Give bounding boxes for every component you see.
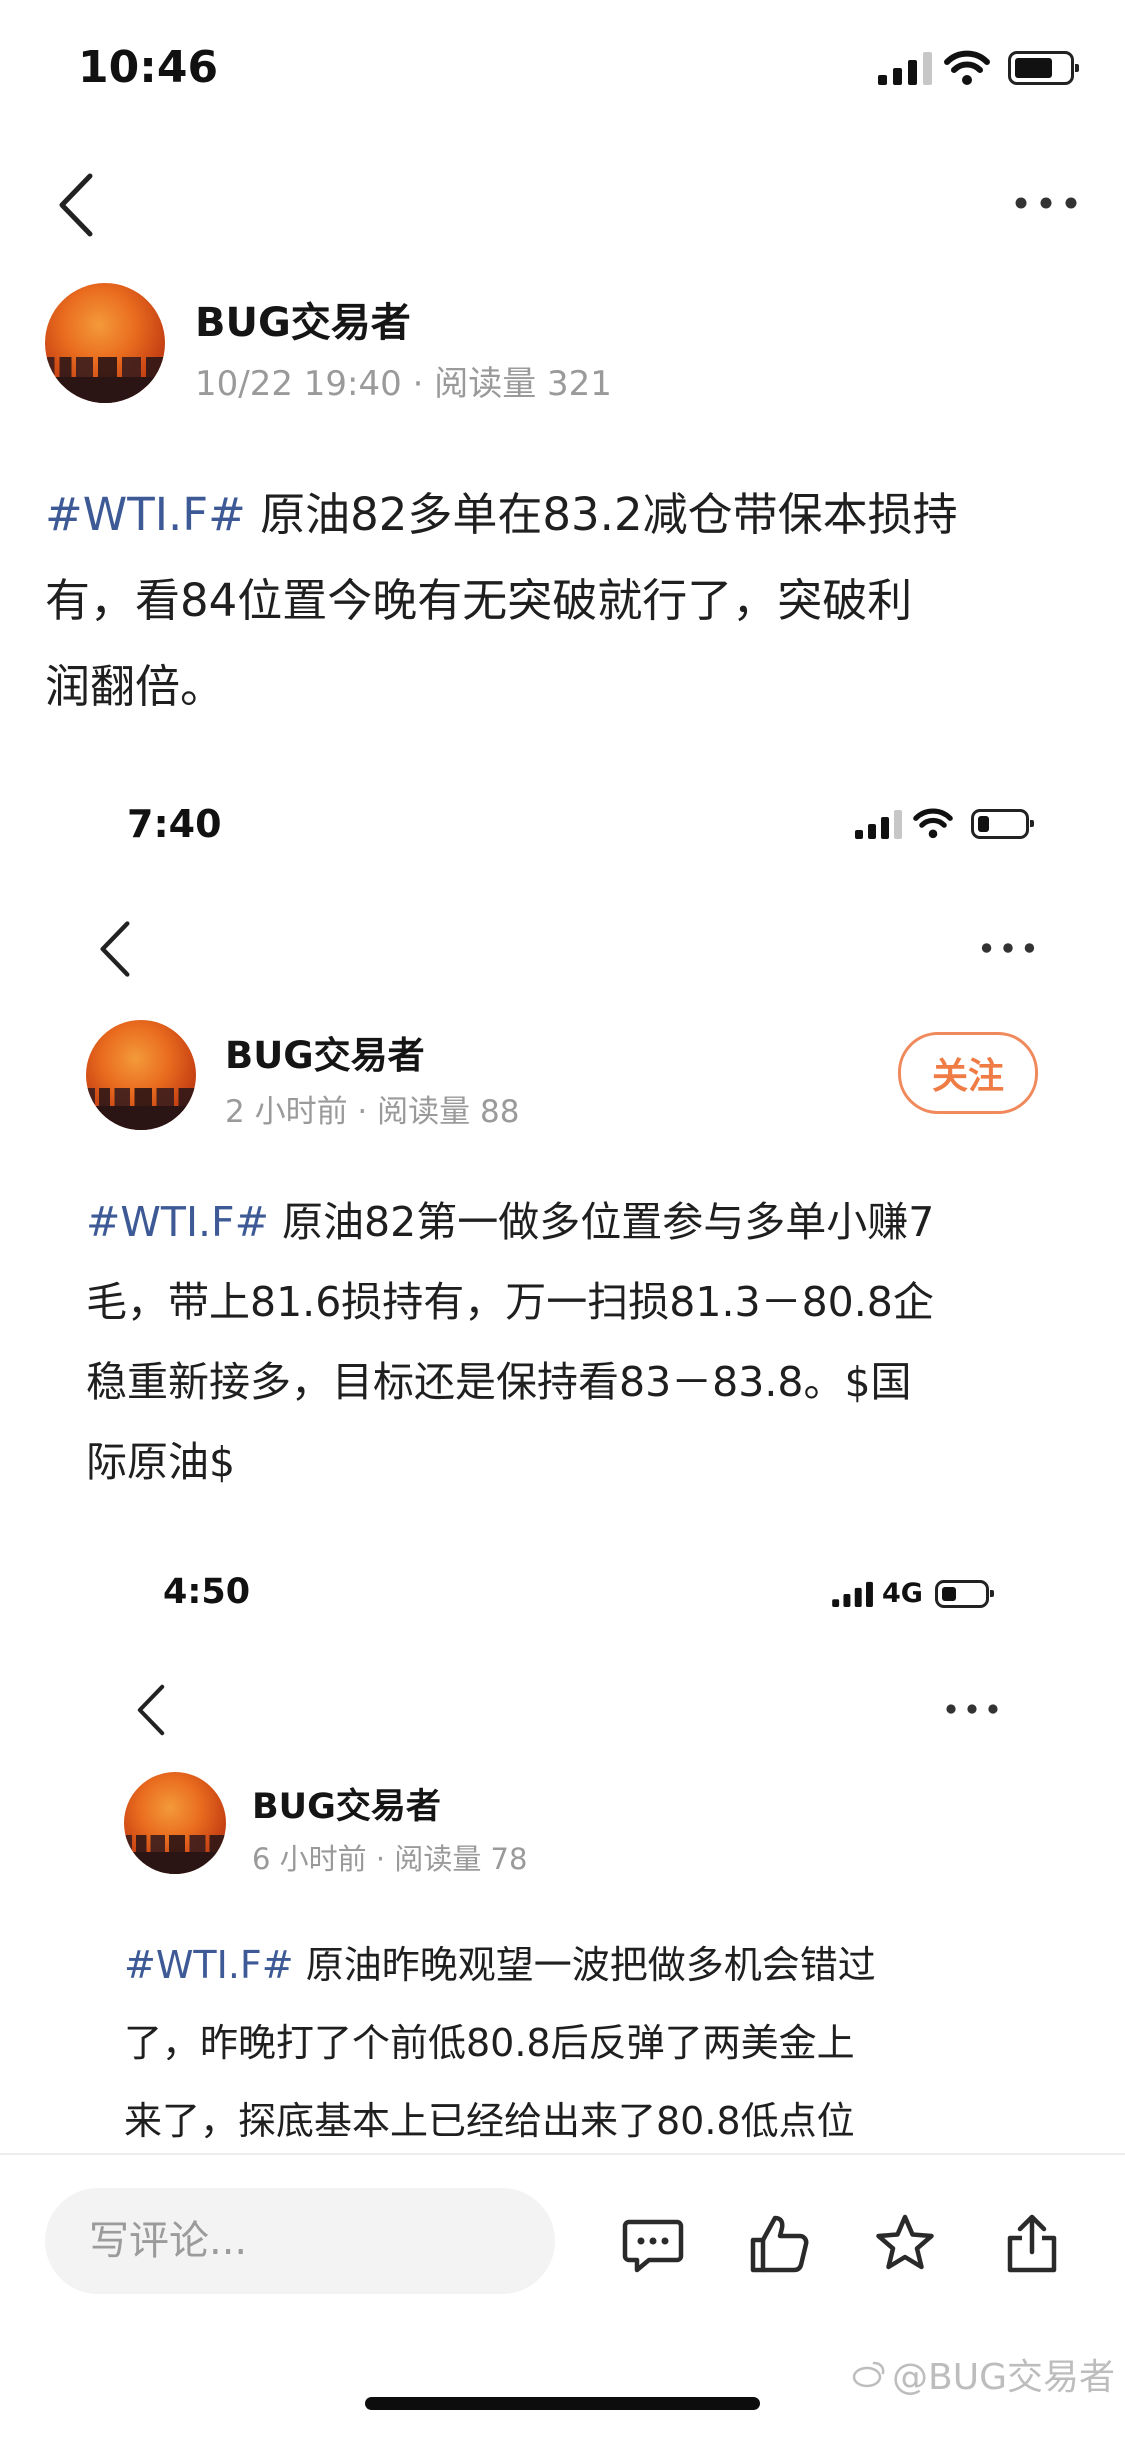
chevron-left-icon xyxy=(59,173,93,237)
more-icon xyxy=(1015,197,1077,209)
watermark: @BUG交易者 xyxy=(852,2348,1115,2400)
wifi-icon xyxy=(913,808,953,839)
comment-icon xyxy=(622,2219,684,2273)
follow-button[interactable]: 关注 xyxy=(898,1032,1038,1114)
post-body: #WTI.F# 原油82多单在83.2减仓带保本损持 有，看84位置今晚有无突破… xyxy=(45,488,958,713)
hashtag-link[interactable]: #WTI.F# xyxy=(124,1943,294,1987)
favorite-button[interactable] xyxy=(873,2212,937,2276)
status-icons xyxy=(855,808,1034,839)
post-body: #WTI.F# 原油昨晚观望一波把做多机会错过 了，昨晚打了个前低80.8后反弹… xyxy=(124,1943,876,2143)
battery-icon xyxy=(934,1579,994,1608)
share-button[interactable] xyxy=(1000,2212,1064,2276)
post-meta: 10/22 19:40 · 阅读量 321 xyxy=(195,364,612,404)
comment-input[interactable] xyxy=(45,2188,555,2294)
share-icon xyxy=(1007,2214,1057,2273)
status-icons xyxy=(878,50,1079,86)
back-button[interactable] xyxy=(56,172,96,238)
wifi-icon xyxy=(944,50,990,85)
avatar[interactable] xyxy=(124,1772,226,1874)
home-indicator[interactable] xyxy=(365,2397,760,2410)
signal-icon xyxy=(855,809,902,839)
like-icon xyxy=(750,2215,809,2273)
like-button[interactable] xyxy=(747,2212,811,2276)
author-name[interactable]: BUG交易者 xyxy=(252,1778,441,1829)
comment-button[interactable] xyxy=(621,2212,685,2276)
star-icon xyxy=(876,2214,934,2270)
author-name[interactable]: BUG交易者 xyxy=(225,1025,425,1079)
more-icon xyxy=(981,943,1035,953)
more-button[interactable] xyxy=(1015,196,1077,210)
avatar[interactable] xyxy=(86,1020,196,1130)
more-button[interactable] xyxy=(980,942,1036,954)
post-meta: 2 小时前 · 阅读量 88 xyxy=(225,1094,520,1130)
network-label: 4G xyxy=(882,1578,923,1609)
more-button[interactable] xyxy=(946,1703,998,1715)
battery-icon xyxy=(1008,51,1079,85)
post-meta: 6 小时前 · 阅读量 78 xyxy=(252,1842,528,1876)
status-time: 10:46 xyxy=(78,42,219,93)
signal-icon xyxy=(832,1581,873,1607)
avatar[interactable] xyxy=(45,283,165,403)
weibo-logo-icon xyxy=(852,2361,885,2388)
more-icon xyxy=(946,1704,998,1714)
chevron-left-icon xyxy=(100,921,130,977)
hashtag-link[interactable]: #WTI.F# xyxy=(86,1198,269,1246)
signal-icon xyxy=(878,52,932,85)
post-body: #WTI.F# 原油82第一做多位置参与多单小赚7 毛，带上81.6损持有，万一… xyxy=(86,1198,935,1486)
status-icons: 4G xyxy=(832,1578,994,1609)
status-time: 7:40 xyxy=(127,802,222,846)
back-button[interactable] xyxy=(135,1683,167,1737)
status-time: 4:50 xyxy=(163,1572,251,1612)
chevron-left-icon xyxy=(137,1684,165,1736)
battery-icon xyxy=(971,808,1034,839)
author-name[interactable]: BUG交易者 xyxy=(195,290,411,348)
hashtag-link[interactable]: #WTI.F# xyxy=(45,488,246,541)
back-button[interactable] xyxy=(97,920,133,978)
